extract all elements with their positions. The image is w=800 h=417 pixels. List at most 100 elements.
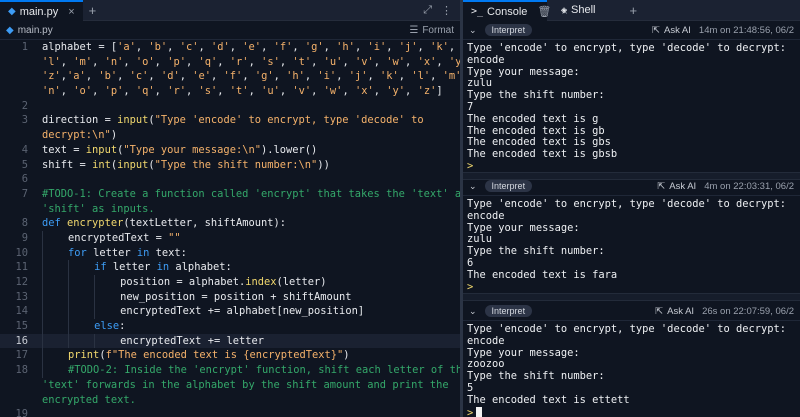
code-token: "" (168, 231, 181, 244)
code-token: += letter (207, 334, 264, 347)
code-token: 'l' (42, 55, 61, 68)
close-icon[interactable]: × (68, 6, 74, 18)
more-options-icon[interactable]: ⋮ (441, 4, 452, 17)
code-token: 'r' (229, 55, 249, 68)
format-button[interactable]: ☰ Format (409, 25, 454, 36)
code-line[interactable]: 13 new_position = position + shiftAmount (0, 289, 460, 305)
indent-guide (42, 289, 43, 305)
console-output[interactable]: Type 'encode' to encrypt, type 'decode' … (463, 196, 800, 296)
code-line[interactable]: 18 #TODO-2: Inside the 'encrypt' functio… (0, 363, 460, 378)
code-token: 'z' (42, 70, 61, 83)
code-line[interactable]: 3 direction = input("Type 'encode' to enc… (0, 113, 460, 128)
interpret-badge[interactable]: Interpret (484, 180, 533, 192)
code-line[interactable]: 4 text = input("Type your message:\n").lo… (0, 143, 460, 158)
code-line[interactable]: 'n', 'o', 'p', 'q', 'r', 's', 't', 'u', … (0, 84, 460, 99)
tab-shell[interactable]: ◈ Shell (553, 0, 604, 20)
expand-icon[interactable]: ⤢ (423, 4, 432, 17)
run-timestamp: 14m on 21:48:56, 06/2 (698, 24, 794, 36)
code-token: 'p' (104, 85, 124, 98)
code-line[interactable]: 7 #TODO-1: Create a function called 'encr… (0, 187, 460, 202)
new-tab-button[interactable]: + (83, 0, 103, 20)
code-token: 'n' (42, 85, 61, 98)
ask-ai-button[interactable]: ⇱ Ask AI (657, 181, 696, 192)
console-run: ⌄ Interpret ⇱ Ask AI 4m on 22:03:31, 06/… (463, 177, 800, 292)
code-token: 'e' (242, 41, 262, 53)
code-token: 'p' (167, 55, 186, 68)
code-token: , (123, 55, 136, 68)
tab-main-py[interactable]: ◆ main.py × (0, 0, 83, 21)
console-output[interactable]: Type 'encode' to encrypt, type 'decode' … (463, 321, 800, 417)
code-line[interactable]: 19 (0, 407, 460, 417)
code-token: "Type the shift number:\n" (154, 158, 318, 171)
code-line[interactable]: 8 def encrypter(textLetter, shiftAmount): (0, 216, 460, 231)
code-line[interactable]: 'shift' as inputs. (0, 202, 460, 217)
code-line[interactable]: 'z','a', 'b', 'c', 'd', 'e', 'f', 'g', '… (0, 69, 460, 84)
new-tab-button[interactable]: + (624, 0, 644, 20)
line-number: 18 (15, 364, 28, 377)
indent-guide (68, 333, 70, 349)
run-header: ⌄ Interpret ⇱ Ask AI 26s on 22:07:59, 06… (463, 302, 800, 321)
code-text: encryptedText = "" (42, 230, 181, 246)
code-line[interactable]: 'l', 'm', 'n', 'o', 'p', 'q', 'r', 's', … (0, 55, 460, 70)
line-number: 4 (21, 143, 28, 156)
chevron-down-icon[interactable]: ⌄ (469, 306, 477, 317)
code-line[interactable]: 1 alphabet = ['a', 'b', 'c', 'd', 'e', 'f… (0, 40, 460, 55)
code-token: , (279, 85, 293, 98)
code-token: = (73, 143, 86, 156)
code-text: 'shift' as inputs. (42, 202, 155, 217)
code-line[interactable]: 'text' forwards in the alphabet by the s… (0, 378, 460, 393)
code-token: , (367, 70, 381, 83)
code-token: 'd' (210, 41, 230, 53)
interpret-badge[interactable]: Interpret (484, 24, 533, 36)
indent-guide (42, 348, 43, 364)
code-line[interactable]: decrypt:\n") (0, 128, 460, 143)
code-token: = (104, 114, 118, 127)
code-text: 'text' forwards in the alphabet by the s… (42, 378, 449, 393)
code-line[interactable]: 2 (0, 99, 460, 114)
console-run: ⌄ Interpret ⇱ Ask AI 26s on 22:07:59, 06… (463, 302, 800, 417)
ask-ai-button[interactable]: ⇱ Ask AI (652, 25, 691, 36)
code-text: if letter in alphabet: (42, 260, 232, 275)
code-line[interactable]: 12 position = alphabet.index(letter) (0, 275, 460, 290)
code-line[interactable]: 17 print(f"The encoded text is {encrypte… (0, 348, 460, 364)
interpret-badge[interactable]: Interpret (484, 305, 533, 317)
code-text: direction = input("Type 'encode' to encr… (42, 113, 424, 128)
code-text: 'z','a', 'b', 'c', 'd', 'e', 'f', 'g', '… (42, 69, 460, 84)
tab-console[interactable]: >_ Console 🗑 × (463, 0, 568, 21)
code-token: , (185, 85, 199, 98)
code-token: (letter) (276, 276, 327, 288)
code-token: "Type your message:\n" (123, 143, 261, 156)
code-line[interactable]: 14 encryptedText += alphabet[new_positio… (0, 304, 460, 320)
code-line[interactable]: encrypted text. (0, 393, 460, 408)
code-token: , (229, 41, 243, 53)
run-header: ⌄ Interpret ⇱ Ask AI 14m on 21:48:56, 06… (463, 21, 800, 40)
code-token: 'q' (198, 55, 218, 68)
code-token: 'w' (323, 85, 343, 98)
code-token: = alphabet. (176, 276, 246, 288)
code-area[interactable]: 1 alphabet = ['a', 'b', 'c', 'd', 'e', 'f… (0, 40, 460, 417)
code-line[interactable]: 9 encryptedText = "" (0, 230, 460, 246)
code-line[interactable]: 15 else: (0, 319, 460, 334)
code-token: 'l' (411, 70, 431, 83)
console-output[interactable]: Type 'encode' to encrypt, type 'decode' … (463, 40, 800, 176)
chevron-down-icon[interactable]: ⌄ (469, 181, 477, 192)
code-token: encryptedText (120, 305, 208, 318)
ask-ai-button[interactable]: ⇱ Ask AI (655, 306, 694, 317)
breadcrumb-file[interactable]: main.py (18, 25, 53, 36)
text-cursor (476, 406, 483, 417)
code-token: = position + shiftAmount (201, 290, 352, 303)
code-line[interactable]: 11 if letter in alphabet: (0, 260, 460, 275)
code-line[interactable]: 16 encryptedText += letter (0, 333, 460, 349)
code-token: 'f' (223, 70, 243, 83)
run-separator (463, 293, 800, 301)
trash-icon[interactable]: 🗑 (537, 5, 551, 18)
code-line[interactable]: 5 shift = int(input("Type the shift numbe… (0, 158, 460, 173)
code-line[interactable]: 6 (0, 172, 460, 187)
code-token: if (94, 261, 113, 274)
code-token: (textLetter, shiftAmount): (123, 217, 286, 230)
code-line[interactable]: 10 for letter in text: (0, 245, 460, 261)
chevron-down-icon[interactable]: ⌄ (469, 25, 477, 36)
code-token: 'd' (160, 70, 180, 83)
code-token: 's' (261, 55, 280, 68)
code-token: , (261, 41, 274, 53)
